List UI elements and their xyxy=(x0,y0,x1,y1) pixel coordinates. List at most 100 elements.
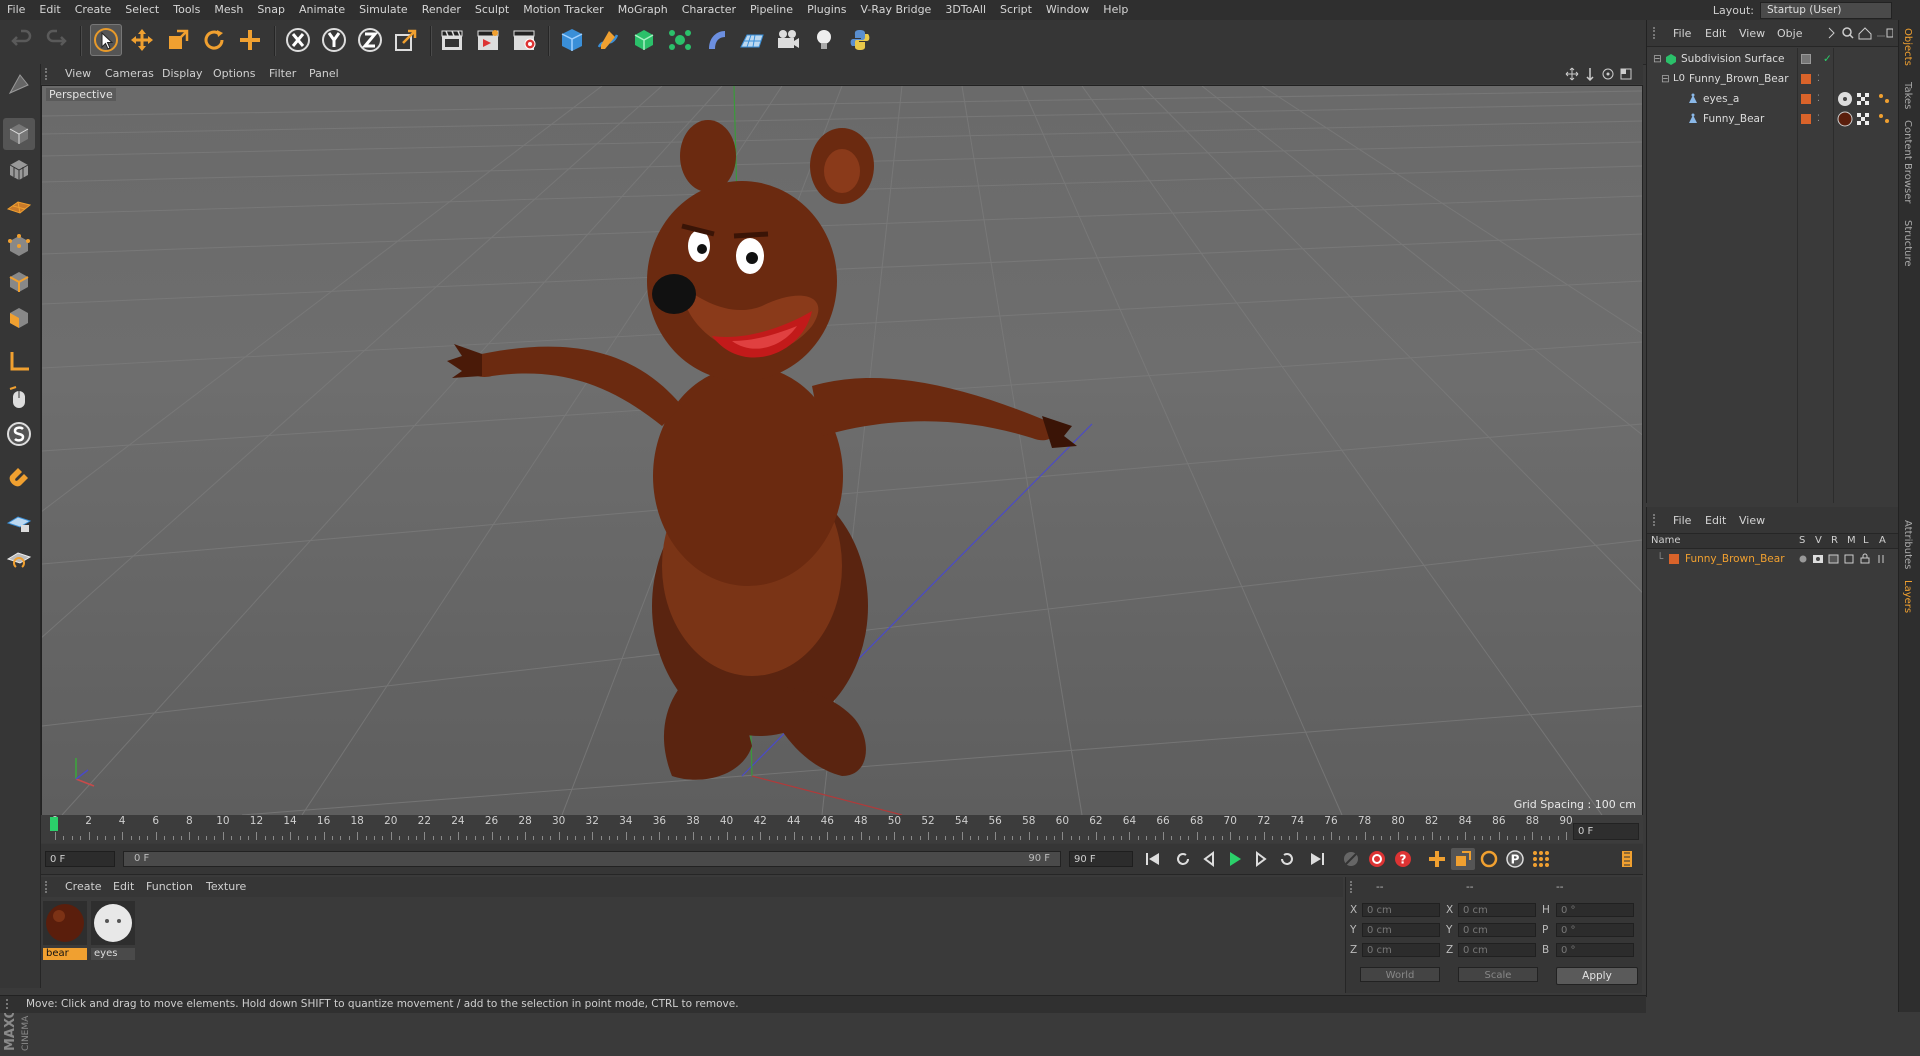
menu-edit[interactable]: Edit xyxy=(32,0,67,19)
visibility-dots-icon[interactable]: ⁚ xyxy=(1817,110,1820,128)
tab-objects[interactable]: Objects xyxy=(1902,28,1913,66)
material-menu-function[interactable]: Function xyxy=(146,880,193,893)
coord-pos-x-field[interactable]: 0 cm xyxy=(1362,903,1440,917)
tab-takes[interactable]: Takes xyxy=(1902,82,1913,109)
material-eyes[interactable]: eyes xyxy=(91,901,135,960)
perspective-viewport[interactable]: Perspective Grid Spacing : 100 cm xyxy=(41,85,1643,816)
render-picture-viewer-button[interactable] xyxy=(472,24,504,56)
layer-menu-view[interactable]: View xyxy=(1739,514,1765,527)
z-axis-lock-button[interactable] xyxy=(354,24,386,56)
layer-color-swatch[interactable] xyxy=(1669,554,1679,564)
key-scale-button[interactable] xyxy=(1451,848,1475,870)
menu-select[interactable]: Select xyxy=(118,0,166,19)
menu-3dtoall[interactable]: 3DToAll xyxy=(938,0,993,19)
menu-pipeline[interactable]: Pipeline xyxy=(743,0,800,19)
go-to-start-button[interactable] xyxy=(1141,848,1165,870)
play-button[interactable] xyxy=(1223,848,1247,870)
menu-snap[interactable]: Snap xyxy=(250,0,292,19)
object-row-funny-brown-bear[interactable]: ⊟ L0 Funny_Brown_Bear ⁚ xyxy=(1647,70,1899,88)
layer-col-solo[interactable]: S xyxy=(1799,534,1805,548)
layout-dropdown[interactable]: Startup (User) xyxy=(1760,1,1892,19)
pen-spline-button[interactable] xyxy=(592,24,624,56)
workplane-button[interactable] xyxy=(3,190,35,222)
playhead-marker[interactable] xyxy=(50,817,58,831)
menu-window[interactable]: Window xyxy=(1039,0,1096,19)
axis-mode-button[interactable] xyxy=(3,346,35,378)
record-button[interactable] xyxy=(1339,848,1363,870)
menu-file[interactable]: File xyxy=(0,0,32,19)
layer-col-manager[interactable]: M xyxy=(1847,534,1856,548)
object-row-funny-bear[interactable]: Funny_Bear ⁚ xyxy=(1647,110,1899,128)
python-button[interactable] xyxy=(844,24,876,56)
undo-button[interactable] xyxy=(6,24,38,56)
go-to-end-button[interactable] xyxy=(1305,848,1329,870)
menu-tools[interactable]: Tools xyxy=(166,0,207,19)
object-tags-eyes-a[interactable] xyxy=(1837,91,1895,107)
menu-vray-bridge[interactable]: V-Ray Bridge xyxy=(853,0,938,19)
scale-tool-button[interactable] xyxy=(162,24,194,56)
menu-render[interactable]: Render xyxy=(415,0,468,19)
tab-structure[interactable]: Structure xyxy=(1902,220,1913,267)
material-menu-edit[interactable]: Edit xyxy=(113,880,134,893)
key-parameter-button[interactable]: P xyxy=(1503,848,1527,870)
menu-mesh[interactable]: Mesh xyxy=(207,0,250,19)
layer-col-animation[interactable]: A xyxy=(1879,534,1886,548)
light-button[interactable] xyxy=(808,24,840,56)
coord-rot-b-field[interactable]: 0 ° xyxy=(1556,943,1634,957)
x-axis-lock-button[interactable] xyxy=(282,24,314,56)
render-view-button[interactable] xyxy=(436,24,468,56)
make-editable-button[interactable] xyxy=(3,68,35,100)
keyframe-selection-button[interactable]: ? xyxy=(1391,848,1415,870)
render-settings-button[interactable] xyxy=(508,24,540,56)
object-row-subdivision-surface[interactable]: ⊟ Subdivision Surface ✓ xyxy=(1647,50,1899,68)
tab-layers[interactable]: Layers xyxy=(1902,580,1913,613)
layer-row-funny-brown-bear[interactable]: └ Funny_Brown_Bear xyxy=(1647,550,1899,568)
coord-size-x-field[interactable]: 0 cm xyxy=(1458,903,1536,917)
layer-col-name[interactable]: Name xyxy=(1651,534,1681,548)
edges-mode-button[interactable] xyxy=(3,266,35,298)
material-menu-create[interactable]: Create xyxy=(65,880,102,893)
object-menu-objects[interactable]: Obje xyxy=(1777,27,1802,40)
move-tool-button[interactable] xyxy=(126,24,158,56)
coord-scale-dropdown[interactable]: Scale xyxy=(1458,967,1538,982)
zoom-view-icon[interactable] xyxy=(1583,67,1597,81)
timeline-window-button[interactable] xyxy=(1615,848,1639,870)
next-key-button[interactable] xyxy=(1275,848,1299,870)
viewport-menu-filter[interactable]: Filter xyxy=(269,67,296,80)
object-menu-edit[interactable]: Edit xyxy=(1705,27,1726,40)
tab-attributes[interactable]: Attributes xyxy=(1902,520,1913,569)
key-rotation-button[interactable] xyxy=(1477,848,1501,870)
coord-pos-z-field[interactable]: 0 cm xyxy=(1362,943,1440,957)
layer-none-icon[interactable] xyxy=(1801,54,1811,64)
rotate-view-icon[interactable] xyxy=(1601,67,1615,81)
previous-key-button[interactable] xyxy=(1171,848,1195,870)
start-frame-field[interactable]: 0 F xyxy=(45,851,115,867)
enabled-check-icon[interactable]: ✓ xyxy=(1823,50,1832,68)
viewport-menu-view[interactable]: View xyxy=(65,67,91,80)
recent-tool-button[interactable] xyxy=(234,24,266,56)
menu-sculpt[interactable]: Sculpt xyxy=(468,0,516,19)
maximize-view-icon[interactable] xyxy=(1619,67,1633,81)
material-menu-texture[interactable]: Texture xyxy=(206,880,246,893)
object-manager-tool-icons[interactable] xyxy=(1827,26,1893,40)
menu-mograph[interactable]: MoGraph xyxy=(611,0,675,19)
coord-mode-dropdown[interactable]: World xyxy=(1360,967,1440,982)
layer-menu-edit[interactable]: Edit xyxy=(1705,514,1726,527)
coord-rot-h-field[interactable]: 0 ° xyxy=(1556,903,1634,917)
menu-animate[interactable]: Animate xyxy=(292,0,352,19)
coord-pos-y-field[interactable]: 0 cm xyxy=(1362,923,1440,937)
tweak-mode-button[interactable] xyxy=(3,382,35,414)
menu-motion-tracker[interactable]: Motion Tracker xyxy=(516,0,610,19)
snap-button[interactable] xyxy=(3,462,35,494)
object-menu-file[interactable]: File xyxy=(1673,27,1691,40)
key-pla-button[interactable] xyxy=(1529,848,1553,870)
current-frame-field[interactable]: 0 F xyxy=(1573,823,1639,840)
object-menu-view[interactable]: View xyxy=(1739,27,1765,40)
menu-character[interactable]: Character xyxy=(675,0,743,19)
redo-button[interactable] xyxy=(40,24,72,56)
rotate-tool-button[interactable] xyxy=(198,24,230,56)
object-row-eyes-a[interactable]: eyes_a ⁚ xyxy=(1647,90,1899,108)
timeline-ruler[interactable]: 0246810121416182022242628303234363840424… xyxy=(41,815,1643,843)
menu-script[interactable]: Script xyxy=(993,0,1039,19)
camera-button[interactable] xyxy=(772,24,804,56)
